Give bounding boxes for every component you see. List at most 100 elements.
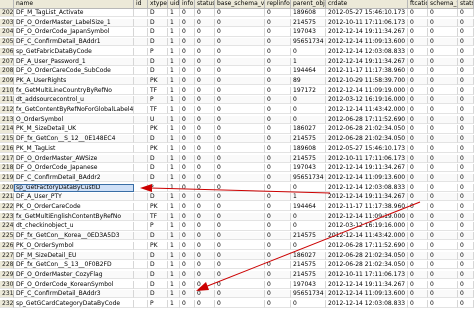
row-number[interactable]: 215 [0, 135, 14, 144]
row-number[interactable]: 226 [0, 241, 14, 250]
cell-crdate: 2012-10-11 17:11:06.173 [326, 154, 408, 163]
cell-info: 0 [180, 9, 195, 18]
row-number[interactable]: 232 [0, 300, 14, 309]
column-header-ftcatid[interactable]: ftcatid [408, 0, 428, 8]
cell-stats: 0 [458, 241, 474, 250]
cell-repl: 0 [265, 203, 291, 212]
cell-uid: 1 [168, 144, 180, 153]
column-header-base-schema-ver[interactable]: base_schema_ver [215, 0, 265, 8]
column-header-stats[interactable]: stats [458, 0, 474, 8]
row-number[interactable]: 212 [0, 106, 14, 115]
column-header-replinfo[interactable]: replinfo [265, 0, 291, 8]
cell-uid: 1 [168, 183, 180, 192]
row-number[interactable]: 219 [0, 173, 14, 183]
column-header-schema-ver[interactable]: schema_ver [428, 0, 458, 8]
row-number[interactable]: 224 [0, 222, 14, 231]
cell-base: 0 [215, 9, 265, 18]
row-number[interactable]: 208 [0, 67, 14, 76]
row-number[interactable]: 225 [0, 232, 14, 241]
cell-schema: 0 [428, 212, 458, 221]
cell-name: DF_C_ConfirmDetail_BAddr1 [14, 38, 134, 47]
cell-base: 0 [215, 290, 265, 299]
table-row[interactable]: 207 DF_A_User_Password_1 D 1 0 0 0 0 1 2012-12-14… [0, 57, 474, 66]
table-row[interactable]: 213 O_OrderSymbol U 1 0 0 0 0 0 2012-06-28 17:11:… [0, 115, 474, 124]
column-header-parent-obj[interactable]: parent_obj [291, 0, 326, 8]
row-number[interactable]: 220 [0, 183, 14, 192]
table-row[interactable]: 203 DF_O_OrderMaster_LabelSize_1 D 1 0 0 0 0 214… [0, 18, 474, 27]
row-number[interactable]: 230 [0, 280, 14, 289]
column-header-info[interactable]: info [180, 0, 195, 8]
column-header-xtype[interactable]: xtype [148, 0, 168, 8]
cell-repl: 0 [265, 173, 291, 183]
column-header-uid[interactable]: uid [168, 0, 180, 8]
table-row[interactable]: 220 sp_GetFactoryDataByCustID P 1 0 0 0 0 0 2012-… [0, 183, 474, 192]
table-row[interactable]: 227 DF_M_SizeDetail_EU D 1 0 0 0 0 186027 2012-06… [0, 251, 474, 260]
table-row[interactable]: 226 PK_O_OrderSymbol PK 1 0 0 0 0 0 2012-06-28 17… [0, 241, 474, 250]
table-row[interactable]: 230 DF_O_OrderCode_KoreanSymbol D 1 0 0 0 0 1970… [0, 280, 474, 289]
cell-uid: 1 [168, 173, 180, 183]
table-row[interactable]: 210 fx_GetMultiLineCountryByRefNo TF 1 0 0 0 0 1… [0, 86, 474, 95]
table-row[interactable]: 215 DF_fx_GetCon__S_12__0E148EC4 D 1 0 0 0 0 214… [0, 135, 474, 144]
table-row[interactable]: 214 PK_M_SizeDetail_UK PK 1 0 0 0 0 186027 2012-0… [0, 125, 474, 134]
table-row[interactable]: 232 sp_GetGCardCategoryDataByCode P 1 0 0 0 0 0 2… [0, 300, 474, 309]
table-row[interactable]: 202 DF_M_TagList_Activate D 1 0 0 0 0 189608 2012… [0, 9, 474, 18]
table-row[interactable]: 223 fx_GetMultiEnglishContentByRefNo TF 1 0 0… [0, 212, 474, 221]
cell-xtype: D [148, 290, 168, 299]
row-number[interactable]: 205 [0, 38, 14, 47]
row-number[interactable]: 214 [0, 125, 14, 134]
row-number[interactable]: 202 [0, 9, 14, 18]
row-number[interactable]: 210 [0, 86, 14, 95]
table-row[interactable]: 216 PK_M_TagList PK 1 0 0 0 0 189608 2012-05-27 1… [0, 144, 474, 153]
row-number[interactable]: 213 [0, 115, 14, 124]
cell-id [134, 183, 148, 192]
table-row[interactable]: 209 PK_A_UserRights PK 1 0 0 0 0 89 2012-10-29 11… [0, 76, 474, 86]
table-row[interactable]: 212 fx_GetContentByRefNoForGlobalLabel45x… [0, 106, 474, 115]
table-row[interactable]: 229 DF_O_OrderMaster_CozyFlag D 1 0 0 0 0 214575… [0, 270, 474, 280]
row-number[interactable]: 209 [0, 76, 14, 86]
row-number[interactable]: 229 [0, 270, 14, 280]
column-header-status[interactable]: status [195, 0, 215, 8]
cell-ftcatid: 0 [408, 115, 428, 124]
results-grid[interactable]: nameidxtypeuidinfostatusbase_schema_verr… [0, 0, 474, 310]
cell-xtype: D [148, 193, 168, 202]
column-header-name[interactable]: name [14, 0, 134, 8]
table-row[interactable]: 222 PK_O_OrderCareCode PK 1 0 0 0 0 194464 2012-1… [0, 203, 474, 212]
row-number[interactable]: 228 [0, 261, 14, 270]
cell-crdate: 2012-12-14 11:09:13.600 [326, 290, 408, 299]
cell-base: 0 [215, 193, 265, 202]
cell-status: 0 [195, 28, 215, 37]
row-number[interactable]: 216 [0, 144, 14, 153]
table-row[interactable]: 218 DF_O_OrderCode_Japanese D 1 0 0 0 0 197043 20… [0, 164, 474, 173]
row-number[interactable]: 211 [0, 96, 14, 105]
table-row[interactable]: 217 DF_O_OrderMaster_AWSize D 1 0 0 0 0 214575 20… [0, 154, 474, 163]
table-row[interactable]: 208 DF_O_OrderCareCode_SubCode D 1 0 0 0 0 19446… [0, 67, 474, 76]
table-row[interactable]: 219 DF_C_ConfirmDetail_BAddr2 D 1 0 0 0 0 956517… [0, 173, 474, 183]
row-number[interactable]: 223 [0, 212, 14, 221]
table-row[interactable]: 206 sp_GetFabricDataByCode P 1 0 0 0 0 0 2012-12-… [0, 47, 474, 56]
row-number[interactable]: 206 [0, 47, 14, 56]
table-row[interactable]: 231 DF_C_ConfirmDetail_BAddr3 D 1 0 0 0 0 956517… [0, 290, 474, 299]
row-number[interactable]: 231 [0, 290, 14, 299]
cell-uid: 1 [168, 67, 180, 76]
row-number[interactable]: 204 [0, 28, 14, 37]
column-header-id[interactable]: id [134, 0, 148, 8]
table-row[interactable]: 228 DF_fx_GetCon__S_13__0F0B2FD D 1 0 0 0 0 2145… [0, 261, 474, 270]
table-row[interactable]: 225 DF_fx_GetCon__Korea__0ED3A5D3 D 1 0 0 0 0 21… [0, 232, 474, 241]
row-number[interactable]: 203 [0, 18, 14, 27]
table-row[interactable]: 205 DF_C_ConfirmDetail_BAddr1 D 1 0 0 0 0 956517… [0, 38, 474, 47]
row-number[interactable]: 217 [0, 154, 14, 163]
cell-base: 0 [215, 28, 265, 37]
row-number[interactable]: 207 [0, 57, 14, 66]
row-number[interactable]: 227 [0, 251, 14, 260]
column-header-crdate[interactable]: crdate [326, 0, 408, 8]
cell-stats: 0 [458, 106, 474, 115]
table-row[interactable]: 224 dt_checkinobject_u P 1 0 0 0 0 0 2012-03-12 1… [0, 222, 474, 231]
table-row[interactable]: 211 dt_addsourcecontrol_u P 1 0 0 0 0 0 2012-03-1… [0, 96, 474, 105]
cell-status: 0 [195, 222, 215, 231]
table-row[interactable]: 204 DF_O_OrderCode_JapanSymbol D 1 0 0 0 0 19704… [0, 28, 474, 37]
row-number[interactable]: 221 [0, 193, 14, 202]
cell-id [134, 125, 148, 134]
row-number[interactable]: 218 [0, 164, 14, 173]
table-row[interactable]: 221 DF_A_User_PTY D 1 0 0 0 0 1 2012-12-14 19:11:… [0, 193, 474, 202]
row-number[interactable]: 222 [0, 203, 14, 212]
